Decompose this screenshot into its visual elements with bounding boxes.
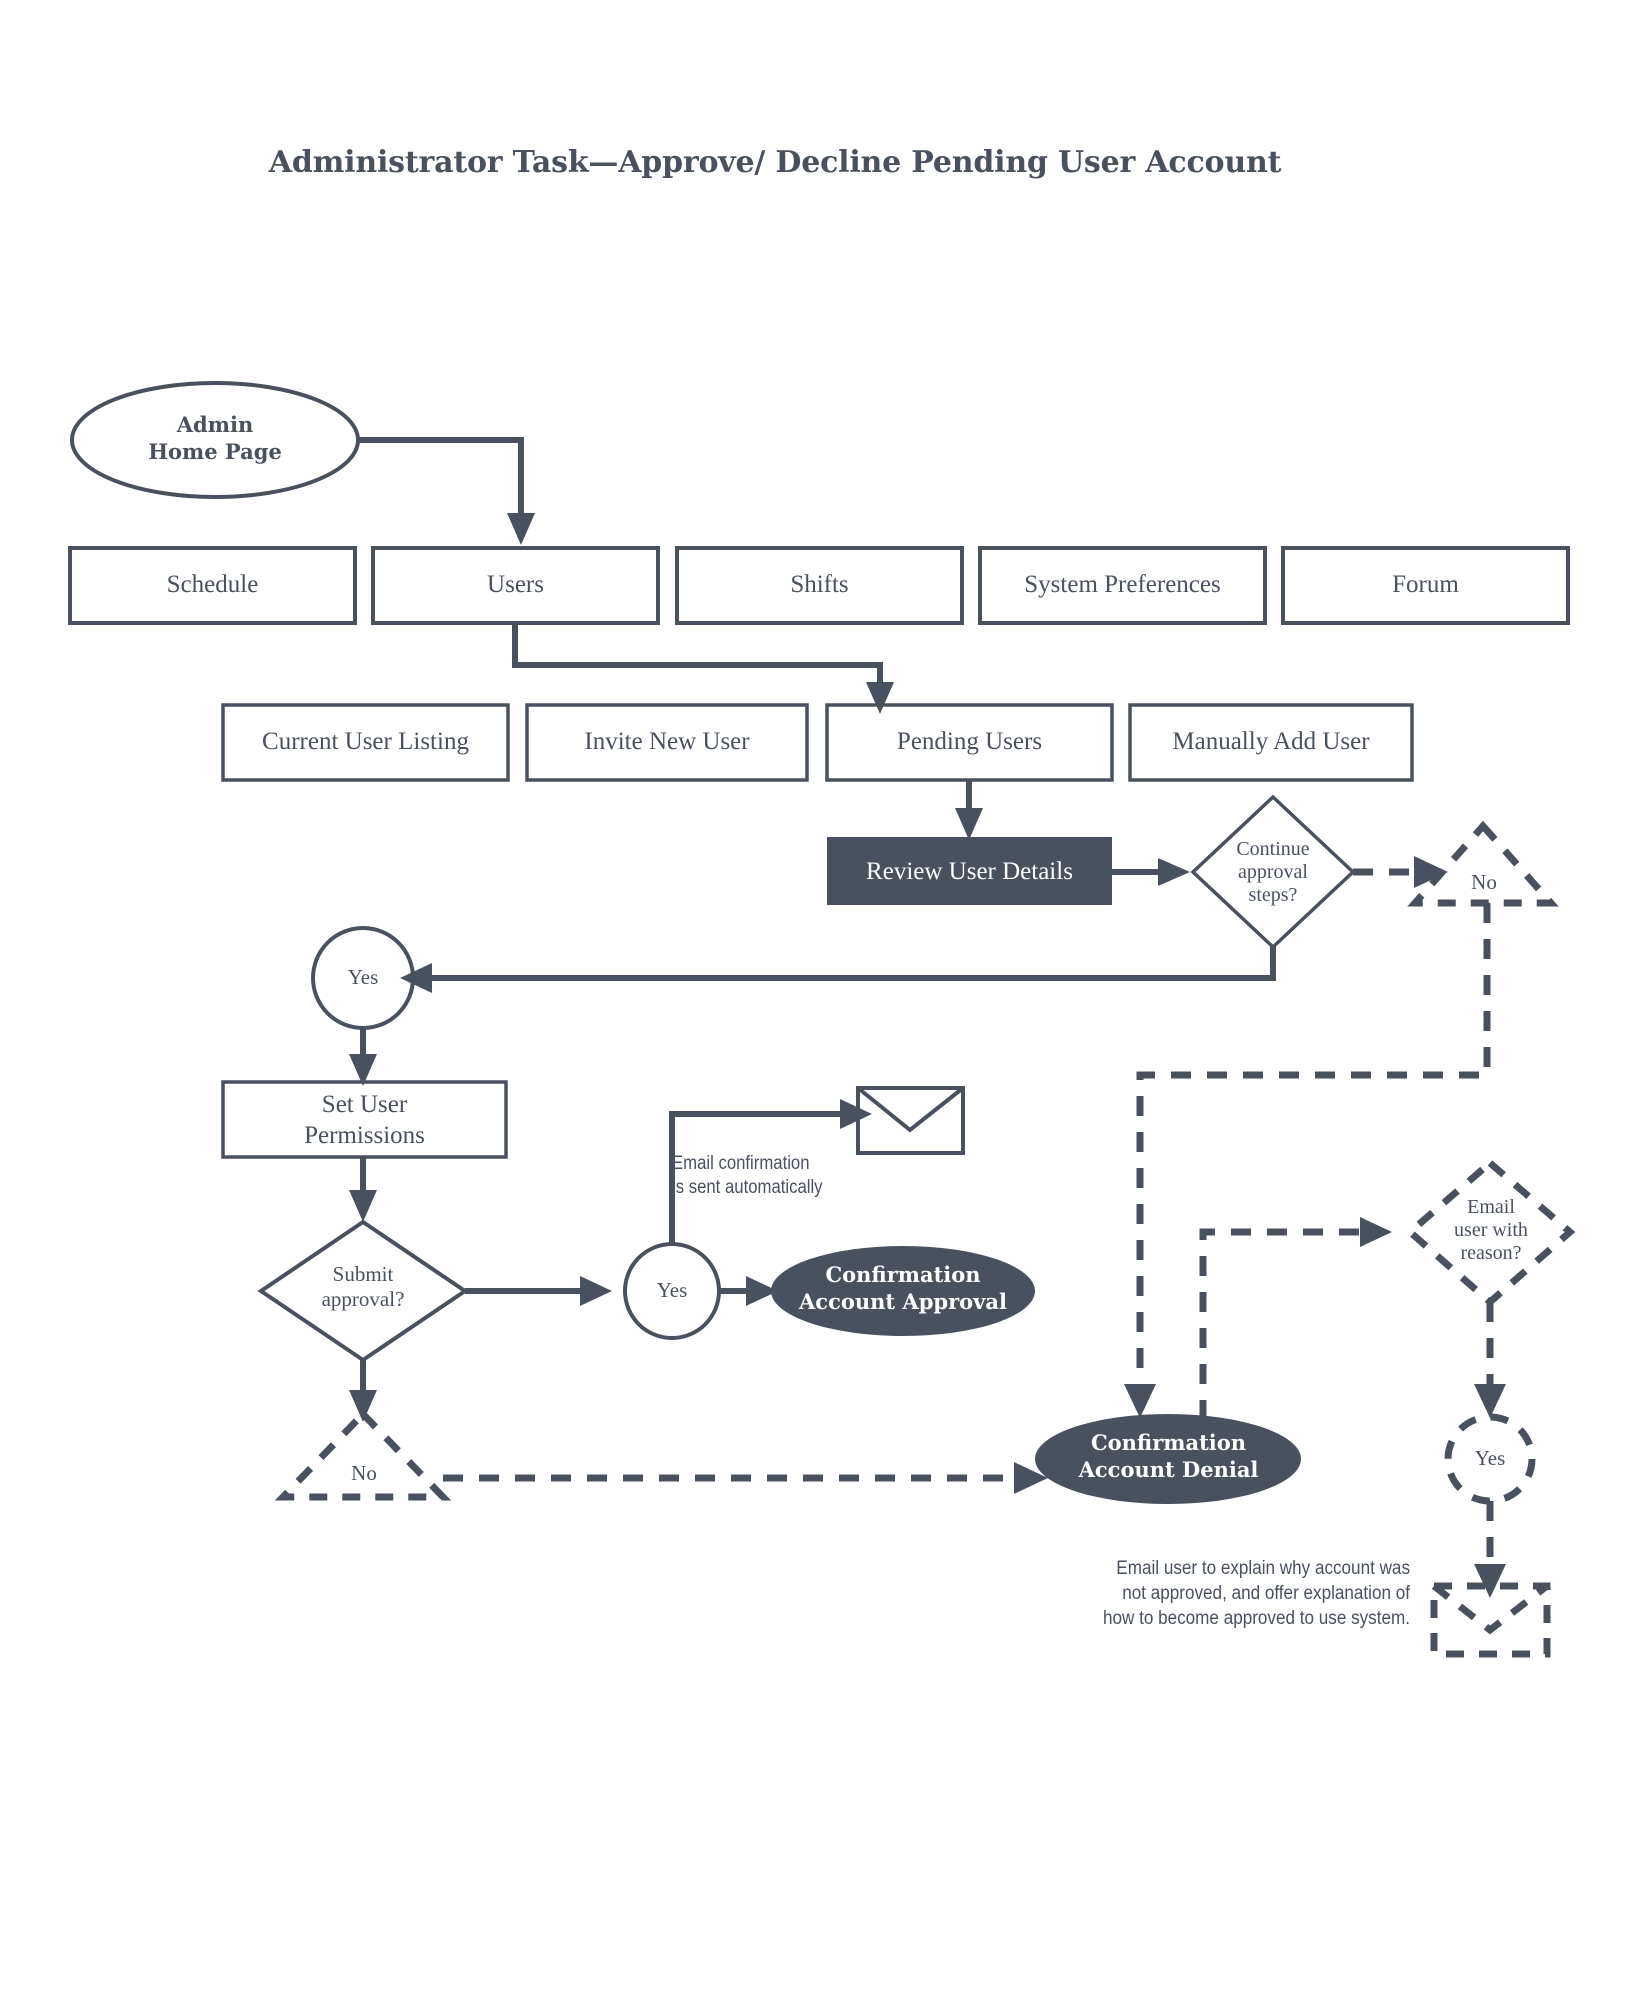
- node-continue-no[interactable]: [1415, 826, 1551, 903]
- node-shifts[interactable]: [677, 548, 962, 623]
- node-continue-decision[interactable]: [1193, 797, 1353, 947]
- node-submit-decision[interactable]: [261, 1222, 465, 1360]
- arrowhead-start-to-users: [507, 513, 535, 545]
- node-schedule[interactable]: [70, 548, 355, 623]
- node-continue-yes[interactable]: [313, 928, 413, 1028]
- connector-yes-to-envelope: [669, 1111, 845, 1244]
- envelope-dashed-icon: [1434, 1586, 1547, 1654]
- node-email-decision[interactable]: [1410, 1163, 1570, 1302]
- node-email-yes[interactable]: [1448, 1417, 1532, 1501]
- node-submit-no[interactable]: [283, 1414, 443, 1497]
- arrowhead-pending-to-review: [955, 808, 983, 840]
- node-pending-users[interactable]: [827, 705, 1112, 780]
- envelope-icon: [858, 1088, 963, 1153]
- flowchart-canvas: Administrator Task—Approve/ Decline Pend…: [0, 0, 1650, 2000]
- node-users[interactable]: [373, 548, 658, 623]
- node-denial-result[interactable]: [1035, 1414, 1301, 1504]
- flowchart-vector-layer: [68, 381, 1576, 1658]
- arrowhead-review-to-continue: [1158, 858, 1190, 886]
- connector-start-to-users: [358, 437, 524, 520]
- node-current-user-listing[interactable]: [223, 705, 508, 780]
- connector-continue-to-yes: [425, 947, 1276, 981]
- node-invite-new-user[interactable]: [527, 705, 807, 780]
- arrowhead-email-decision-to-yes: [1474, 1384, 1506, 1418]
- node-admin-home-page[interactable]: [72, 383, 358, 497]
- node-set-permissions[interactable]: [223, 1082, 506, 1157]
- arrowhead-permissions-to-submit: [349, 1190, 377, 1222]
- node-review-user-details[interactable]: [827, 837, 1112, 905]
- node-submit-yes[interactable]: [625, 1244, 719, 1338]
- arrowhead-submit-to-yes: [580, 1276, 612, 1306]
- arrowhead-no-branch-to-denial: [1124, 1384, 1156, 1418]
- node-forum[interactable]: [1283, 548, 1568, 623]
- node-manually-add-user[interactable]: [1130, 705, 1412, 780]
- connector-denial-to-email-decision: [1199, 1228, 1365, 1420]
- node-approval-result[interactable]: [771, 1246, 1035, 1336]
- connector-users-to-pending: [512, 623, 883, 690]
- arrowhead-denial-to-email-decision: [1360, 1217, 1392, 1247]
- node-system-preferences[interactable]: [980, 548, 1265, 623]
